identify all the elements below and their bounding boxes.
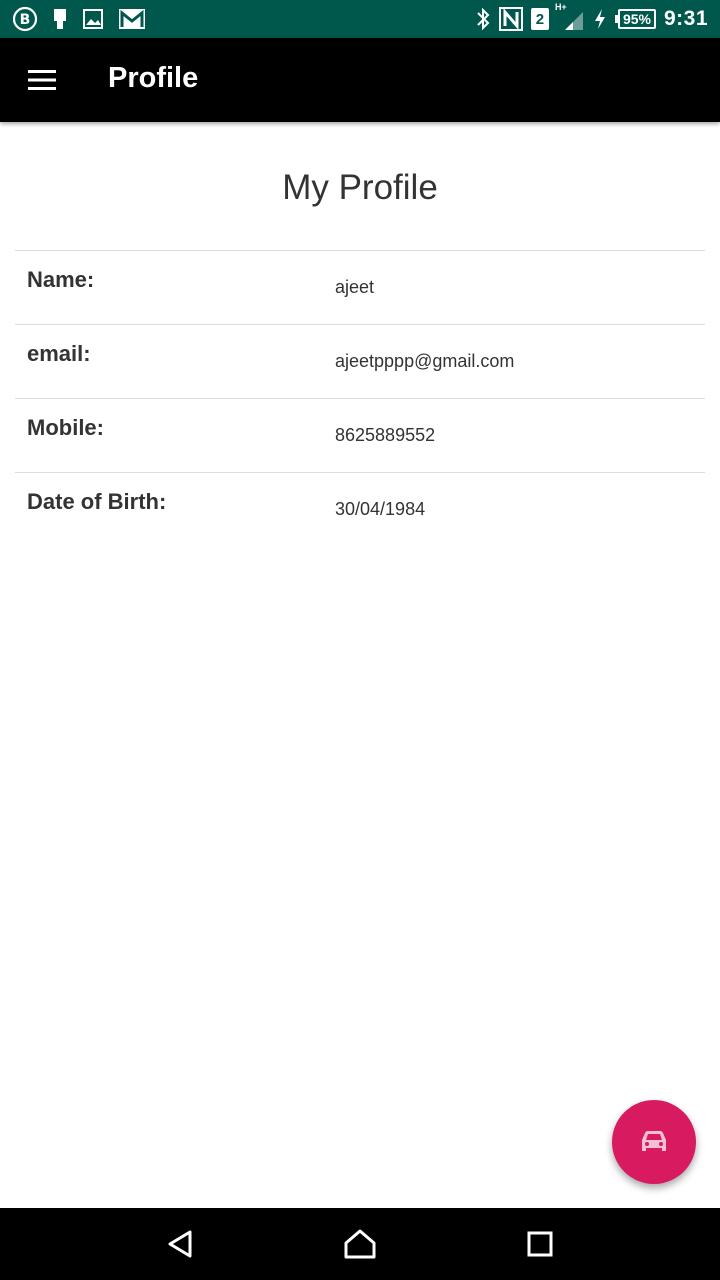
sim-badge: 2 — [530, 8, 549, 30]
svg-text:B: B — [20, 12, 31, 28]
home-button[interactable] — [340, 1226, 380, 1262]
image-icon — [82, 8, 104, 30]
back-button[interactable] — [160, 1226, 200, 1262]
email-label: email: — [27, 341, 91, 366]
nfc-icon — [498, 7, 523, 31]
b-circle-icon: B — [12, 6, 38, 32]
car-icon — [642, 1131, 666, 1151]
menu-button[interactable] — [20, 60, 64, 100]
car-fab-button[interactable] — [612, 1100, 696, 1184]
name-value: ajeet — [335, 277, 375, 297]
status-bar-system: 2 H+ 95% 9:31 — [475, 2, 708, 33]
mobile-value: 8625889552 — [335, 425, 436, 445]
charging-icon — [593, 8, 607, 30]
back-icon — [168, 1230, 192, 1258]
app-bar: Profile — [0, 38, 720, 122]
clock: 9:31 — [663, 7, 708, 30]
dob-label: Date of Birth: — [27, 489, 167, 514]
recents-button[interactable] — [520, 1226, 560, 1262]
profile-row-dob: Date of Birth: 30/04/1984 — [15, 472, 705, 546]
battery-indicator: 95% — [614, 9, 656, 29]
profile-table: Name: ajeet email: ajeetpppp@gmail.com M… — [15, 250, 705, 546]
recents-icon — [527, 1231, 553, 1257]
dob-value: 30/04/1984 — [335, 499, 426, 519]
name-label: Name: — [27, 267, 95, 292]
status-bar-notifications: B — [12, 6, 146, 32]
page-title: My Profile — [282, 168, 438, 207]
gmail-icon — [118, 8, 146, 30]
phone-icon — [52, 8, 68, 30]
hamburger-menu-icon — [28, 70, 56, 90]
battery-percent: 95% — [617, 9, 656, 29]
system-nav-bar — [0, 1208, 720, 1280]
profile-row-email: email: ajeetpppp@gmail.com — [15, 324, 705, 398]
home-icon — [344, 1229, 376, 1259]
status-bar: B 2 H+ 95% 9:31 — [0, 0, 720, 38]
profile-content: My Profile Name: ajeet email: ajeetpppp@… — [0, 122, 720, 519]
mobile-label: Mobile: — [27, 415, 104, 440]
signal-icon: H+ — [555, 2, 585, 32]
profile-row-mobile: Mobile: 8625889552 — [15, 398, 705, 472]
email-value: ajeetpppp@gmail.com — [335, 351, 515, 371]
bluetooth-icon — [475, 7, 491, 31]
app-bar-title: Profile — [108, 62, 199, 94]
network-type-label: H+ — [554, 2, 567, 12]
profile-row-name: Name: ajeet — [15, 250, 705, 324]
